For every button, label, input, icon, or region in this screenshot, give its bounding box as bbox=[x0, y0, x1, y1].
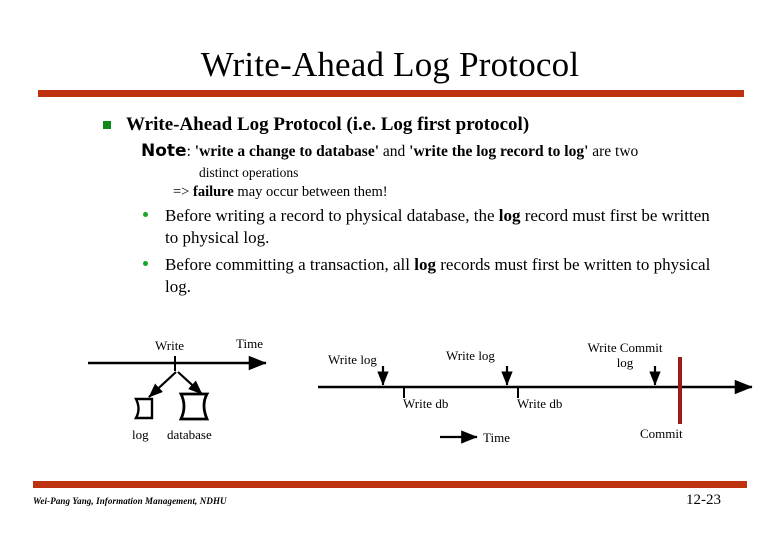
right-write-db-label-2: Write db bbox=[517, 396, 563, 411]
right-write-commit-log-label-line1: Write Commit bbox=[587, 340, 663, 355]
note-quote-1: 'write a change to database' bbox=[194, 143, 380, 160]
left-time-label: Time bbox=[236, 336, 263, 351]
dot-bullet-icon bbox=[143, 261, 148, 266]
note-failure-word: failure bbox=[192, 184, 234, 200]
right-commit-label: Commit bbox=[640, 426, 683, 441]
note-conjunction: and bbox=[379, 143, 410, 160]
note-line-1: Note: 'write a change to database' and '… bbox=[141, 142, 741, 161]
note-colon: : bbox=[186, 143, 195, 160]
sub-bullet-1-bold: log bbox=[498, 206, 521, 225]
note-tail: are two bbox=[588, 143, 639, 160]
bullet-level1-label: Write-Ahead Log Protocol (i.e. Log first… bbox=[126, 114, 530, 135]
note-keyword: Note bbox=[141, 141, 187, 161]
left-database-label: database bbox=[167, 427, 212, 442]
sub-bullet-2-pre: Before committing a transaction, all bbox=[165, 255, 415, 274]
sub-bullet-1: Before writing a record to physical data… bbox=[137, 205, 717, 249]
note-implies-arrow: => bbox=[173, 184, 193, 200]
title-divider-rule bbox=[38, 90, 744, 97]
note-line-2: distinct operations bbox=[199, 165, 299, 180]
slide-canvas: Write-Ahead Log Protocol Write-Ahead Log… bbox=[0, 0, 780, 540]
sub-bullet-list: Before writing a record to physical data… bbox=[137, 205, 717, 303]
bullet-level1: Write-Ahead Log Protocol (i.e. Log first… bbox=[100, 113, 740, 137]
footer-credit: Wei-Pang Yang, Information Management, N… bbox=[33, 496, 227, 506]
left-write-label: Write bbox=[155, 338, 185, 353]
right-write-commit-log-label-line2: log bbox=[616, 355, 634, 370]
sub-bullet-1-pre: Before writing a record to physical data… bbox=[165, 206, 499, 225]
note-block: Note: 'write a change to database' and '… bbox=[141, 142, 741, 202]
dot-bullet-icon bbox=[143, 212, 148, 217]
note-line-3: => failure may occur between them! bbox=[173, 183, 741, 202]
footer-divider-rule bbox=[33, 481, 747, 488]
sub-bullet-2-bold: log bbox=[414, 255, 436, 274]
right-time-label: Time bbox=[483, 430, 510, 445]
sub-bullet-2: Before committing a transaction, all log… bbox=[137, 254, 717, 298]
page-title: Write-Ahead Log Protocol bbox=[200, 45, 580, 84]
left-log-label: log bbox=[132, 427, 149, 442]
square-bullet-icon bbox=[103, 121, 111, 129]
right-write-db-label-1: Write db bbox=[403, 396, 449, 411]
note-line3-rest: may occur between them! bbox=[233, 184, 388, 200]
right-write-log-label-2: Write log bbox=[446, 348, 495, 363]
right-write-log-label-1: Write log bbox=[328, 352, 377, 367]
left-timeline-group bbox=[88, 355, 267, 421]
footer-page-number: 12-23 bbox=[686, 492, 721, 508]
note-quote-2: 'write the log record to log' bbox=[409, 143, 589, 160]
